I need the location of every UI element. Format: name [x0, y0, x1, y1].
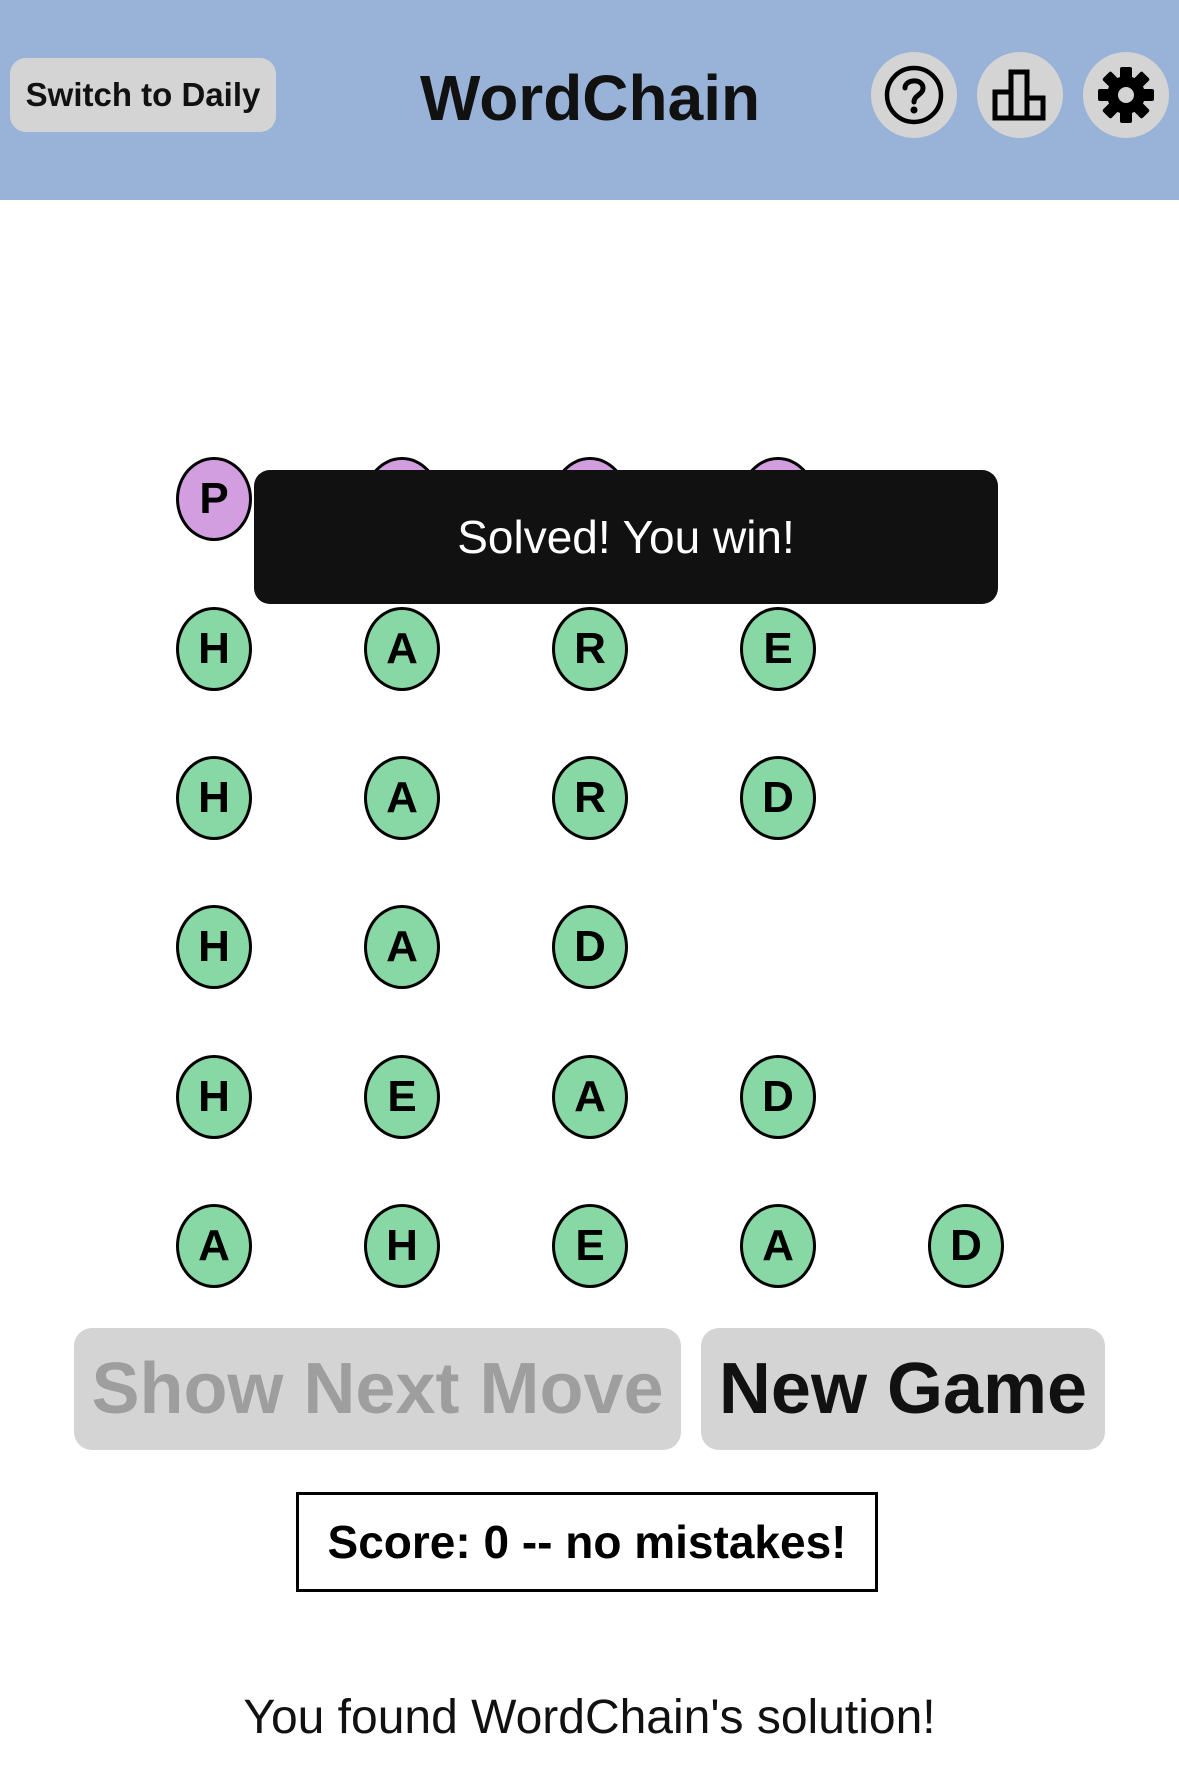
letter-tile[interactable]: D	[928, 1204, 1004, 1288]
letter-tile[interactable]: D	[740, 756, 816, 840]
app-title: WordChain	[419, 62, 761, 134]
switch-to-daily-button[interactable]: Switch to Daily	[10, 58, 276, 132]
score-display: Score: 0 -- no mistakes!	[296, 1492, 878, 1592]
letter-tile[interactable]: E	[552, 1204, 628, 1288]
letter-tile[interactable]: P	[176, 457, 252, 541]
letter-tile[interactable]: E	[364, 1055, 440, 1139]
letter-tile[interactable]: H	[176, 607, 252, 691]
letter-tile[interactable]: D	[740, 1055, 816, 1139]
page: Switch to Daily WordChain P H A R E H A …	[0, 0, 1179, 1765]
letter-tile[interactable]: A	[364, 905, 440, 989]
solution-message: You found WordChain's solution!	[243, 1691, 936, 1744]
letter-tile[interactable]: D	[552, 905, 628, 989]
letter-tile[interactable]: H	[364, 1204, 440, 1288]
letter-tile[interactable]: A	[176, 1204, 252, 1288]
stats-button[interactable]	[977, 52, 1063, 138]
letter-tile[interactable]: A	[364, 756, 440, 840]
new-game-button[interactable]: New Game	[701, 1328, 1105, 1450]
help-icon	[884, 65, 944, 125]
show-next-move-button[interactable]: Show Next Move	[74, 1328, 681, 1450]
letter-tile[interactable]: A	[740, 1204, 816, 1288]
settings-icon	[1098, 67, 1154, 123]
letter-tile[interactable]: H	[176, 756, 252, 840]
settings-button[interactable]	[1083, 52, 1169, 138]
letter-tile[interactable]: H	[176, 1055, 252, 1139]
stats-icon	[992, 69, 1046, 121]
letter-tile[interactable]: E	[740, 607, 816, 691]
solved-toast: Solved! You win!	[254, 470, 998, 604]
letter-tile[interactable]: R	[552, 756, 628, 840]
letter-tile[interactable]: H	[176, 905, 252, 989]
letter-tile[interactable]: A	[364, 607, 440, 691]
header-bar: Switch to Daily WordChain	[0, 0, 1179, 200]
letter-tile[interactable]: A	[552, 1055, 628, 1139]
help-button[interactable]	[871, 52, 957, 138]
letter-tile[interactable]: R	[552, 607, 628, 691]
